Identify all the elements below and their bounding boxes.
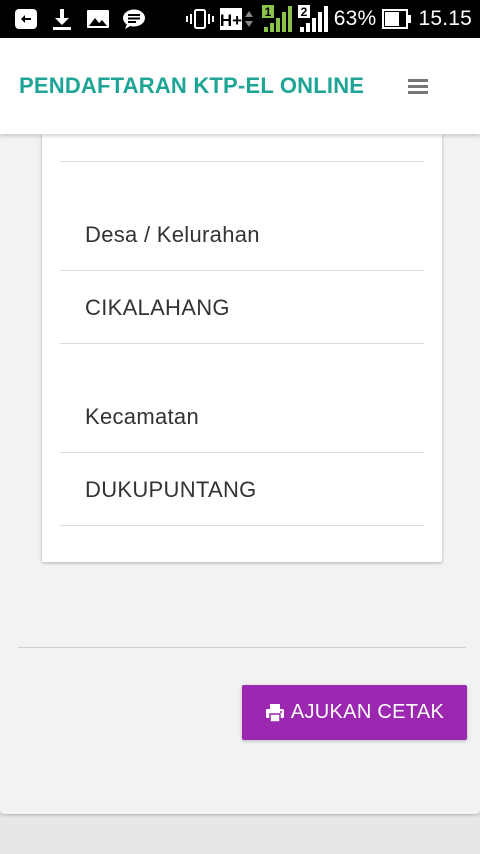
divider <box>60 270 424 271</box>
signal-sim2-icon: 2 <box>297 5 328 32</box>
image-icon <box>87 10 109 28</box>
field-value-kecamatan[interactable]: DUKUPUNTANG <box>85 477 257 503</box>
signal-sim1-icon: 1 <box>261 5 292 32</box>
divider <box>60 343 424 344</box>
battery-percent: 63% <box>333 7 377 30</box>
field-label-kecamatan: Kecamatan <box>85 404 199 429</box>
hplus-network-icon: H+ <box>219 8 253 30</box>
ajukan-cetak-label: AJUKAN CETAK <box>290 701 445 723</box>
svg-text:2: 2 <box>300 5 307 19</box>
address-card: Desa / Kelurahan CIKALAHANG Kecamatan DU… <box>42 134 442 562</box>
printer-icon <box>265 703 284 723</box>
divider <box>60 525 424 526</box>
notification-icons <box>14 7 146 31</box>
message-icon <box>123 9 145 29</box>
divider <box>60 161 424 162</box>
app-bar: PENDAFTARAN KTP-EL ONLINE <box>0 38 480 134</box>
svg-text:1: 1 <box>264 5 271 19</box>
hamburger-menu-icon <box>408 79 428 94</box>
status-bar: H+ 1 2 63% 15.15 <box>0 0 480 38</box>
battery-icon <box>382 9 412 29</box>
main-panel: Desa / Kelurahan CIKALAHANG Kecamatan DU… <box>0 134 480 814</box>
menu-button[interactable] <box>404 72 432 100</box>
system-status: H+ 1 2 63% 15.15 <box>185 0 472 38</box>
ajukan-cetak-button[interactable]: AJUKAN CETAK <box>242 685 467 740</box>
field-label-desa: Desa / Kelurahan <box>85 222 260 247</box>
clock: 15.15 <box>418 7 472 30</box>
download-icon <box>53 9 71 30</box>
field-value-desa[interactable]: CIKALAHANG <box>85 295 230 321</box>
divider <box>60 452 424 453</box>
section-separator <box>18 647 466 648</box>
vibrate-icon <box>185 9 214 29</box>
add-box-icon <box>15 9 37 29</box>
app-title: PENDAFTARAN KTP-EL ONLINE <box>19 73 365 98</box>
svg-text:H+: H+ <box>220 11 242 30</box>
